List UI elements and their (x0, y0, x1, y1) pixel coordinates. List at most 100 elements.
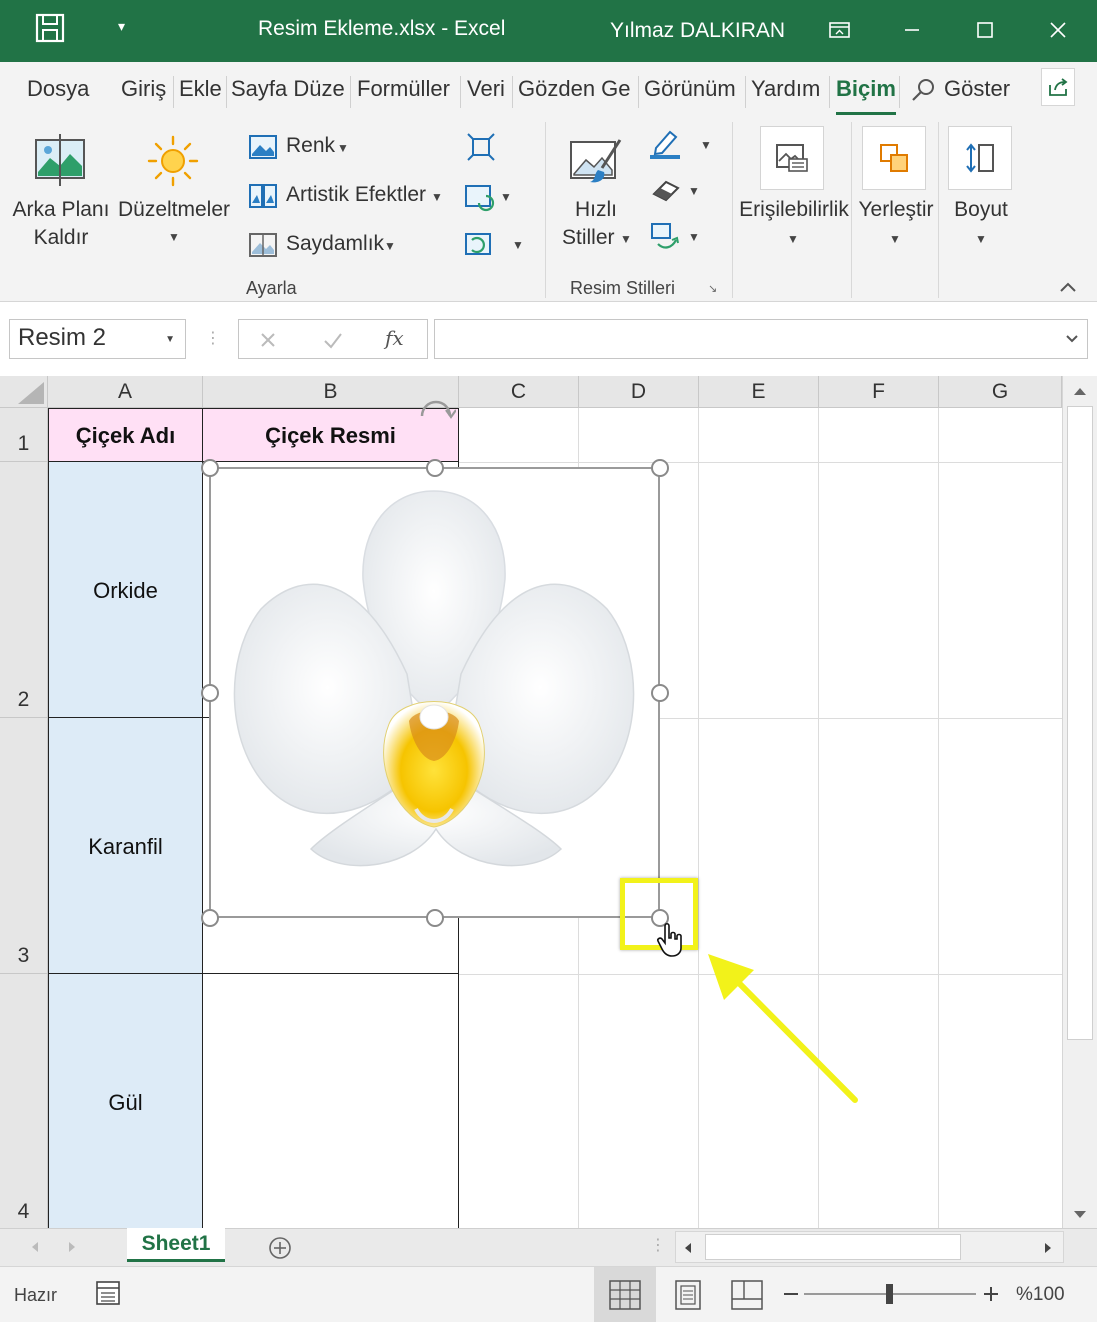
chevron-down-icon: ▼ (168, 230, 180, 244)
page-break-view-icon[interactable] (730, 1279, 764, 1311)
picture-effects-button[interactable]: ▼ (648, 176, 702, 206)
cell-a4[interactable]: Gül (48, 973, 203, 1228)
close-icon[interactable] (1038, 14, 1078, 46)
normal-view-button[interactable] (594, 1267, 656, 1322)
sheet-tab-sheet1[interactable]: Sheet1 (127, 1228, 225, 1262)
chevron-down-icon[interactable] (1065, 334, 1079, 344)
ribbon-display-options-icon[interactable] (820, 14, 860, 46)
remove-background-icon (35, 134, 85, 186)
column-header-f[interactable]: F (819, 376, 939, 408)
row-header-4[interactable]: 4 (0, 974, 48, 1228)
horizontal-scroll-thumb[interactable] (705, 1234, 961, 1260)
add-sheet-icon[interactable] (268, 1236, 292, 1260)
search-icon[interactable] (910, 76, 938, 104)
scroll-down-icon[interactable] (1071, 1208, 1089, 1222)
horizontal-scrollbar[interactable] (675, 1231, 1064, 1263)
arrange-button[interactable]: Yerleştir ▼ (856, 124, 936, 264)
insert-function-button[interactable]: fx (385, 326, 404, 350)
page-layout-view-icon[interactable] (673, 1279, 703, 1311)
select-all-button[interactable] (0, 376, 48, 408)
dialog-launcher-icon[interactable]: ↘ (708, 282, 717, 295)
vertical-scrollbar[interactable] (1062, 376, 1097, 1228)
quick-styles-button[interactable]: Hızlı Stiller ▼ (558, 132, 638, 272)
sizing-handle-bottom-left[interactable] (201, 909, 219, 927)
tell-me-box[interactable]: Göster (944, 76, 1010, 102)
cell-b4[interactable] (202, 973, 459, 1228)
tab-ekle[interactable]: Ekle (179, 76, 222, 102)
sizing-handle-left[interactable] (201, 684, 219, 702)
zoom-slider-thumb[interactable] (886, 1284, 893, 1304)
remove-background-button[interactable]: Arka Planı Kaldır (8, 130, 114, 270)
enter-icon[interactable] (323, 331, 343, 349)
row-header-1[interactable]: 1 (0, 408, 48, 462)
picture-layout-button[interactable]: ▼ (648, 220, 702, 254)
accessibility-button[interactable]: Erişilebilirlik ▼ (738, 124, 850, 264)
column-header-a[interactable]: A (48, 376, 203, 408)
tab-sayfa-duzeni[interactable]: Sayfa Düzei (231, 76, 346, 102)
rotation-handle-icon[interactable] (416, 400, 456, 422)
sizing-handle-top[interactable] (426, 459, 444, 477)
arrange-label: Yerleştir (858, 198, 934, 221)
chevron-down-icon: ▼ (975, 232, 987, 246)
sizing-handle-bottom[interactable] (426, 909, 444, 927)
zoom-in-icon[interactable] (982, 1285, 1000, 1303)
tab-veri[interactable]: Veri (467, 76, 505, 102)
sheet-scroll-left-icon[interactable] (30, 1241, 40, 1253)
cell-a1[interactable]: Çiçek Adı (48, 408, 203, 462)
ribbon: Arka Planı Kaldır Düzeltmeler ▼ Renk ▼ A… (0, 116, 1097, 302)
save-icon[interactable] (34, 12, 66, 44)
column-header-d[interactable]: D (579, 376, 699, 408)
row-header-3[interactable]: 3 (0, 718, 48, 974)
maximize-icon[interactable] (965, 14, 1005, 46)
zoom-out-icon[interactable] (782, 1289, 800, 1299)
sizing-handle-top-right[interactable] (651, 459, 669, 477)
name-box[interactable]: Resim 2 ▼ (9, 319, 186, 359)
tab-bicim[interactable]: Biçim (836, 76, 896, 115)
formula-input[interactable] (434, 319, 1088, 359)
chevron-down-icon[interactable]: ▼ (165, 334, 175, 345)
minimize-icon[interactable] (892, 14, 932, 46)
share-button[interactable] (1041, 68, 1075, 106)
row-header-2[interactable]: 2 (0, 462, 48, 718)
scroll-up-icon[interactable] (1071, 384, 1089, 398)
tab-formuller[interactable]: Formüller (357, 76, 450, 102)
select-all-triangle-icon (18, 382, 44, 404)
tab-yardim[interactable]: Yardım (751, 76, 820, 102)
quick-access-dropdown[interactable]: ▾ (118, 18, 125, 35)
title-bar: ▾ Resim Ekleme.xlsx - Excel Yılmaz DALKI… (0, 0, 1097, 62)
tab-giris[interactable]: Giriş (121, 76, 166, 102)
cell-a3[interactable]: Karanfil (48, 717, 203, 975)
scroll-right-icon[interactable] (1042, 1241, 1054, 1255)
column-header-g[interactable]: G (939, 376, 1062, 408)
sizing-handle-right[interactable] (651, 684, 669, 702)
picture-border-button[interactable]: ▼ (648, 128, 714, 160)
corrections-button[interactable]: Düzeltmeler ▼ (116, 130, 232, 270)
sheet-scroll-right-icon[interactable] (67, 1241, 77, 1253)
color-button[interactable]: Renk ▼ (246, 132, 364, 164)
tab-gozden-gecir[interactable]: Gözden Ge (518, 76, 631, 102)
size-button[interactable]: Boyut ▼ (944, 124, 1018, 264)
chevron-down-icon: ▼ (512, 238, 524, 252)
vertical-scroll-thumb[interactable] (1067, 406, 1093, 1040)
tab-gozden-gecir-clip: Gözden Ge (518, 76, 635, 106)
collapse-ribbon-icon[interactable] (1058, 280, 1078, 294)
macro-record-icon[interactable] (94, 1279, 122, 1307)
column-header-e[interactable]: E (699, 376, 819, 408)
zoom-level[interactable]: %100 (1016, 1284, 1065, 1306)
color-label: Renk (286, 134, 336, 157)
user-name[interactable]: Yılmaz DALKIRAN (610, 19, 785, 43)
reset-picture-button[interactable]: ▼ (464, 230, 524, 260)
compress-pictures-icon[interactable] (466, 132, 496, 162)
transparency-button[interactable]: Saydamlık ▼ (246, 230, 406, 262)
scroll-left-icon[interactable] (682, 1241, 694, 1255)
tab-gorunum[interactable]: Görünüm (644, 76, 736, 102)
column-header-c[interactable]: C (459, 376, 579, 408)
tab-split-grip[interactable]: ⋮ (650, 1235, 666, 1255)
cell-a2[interactable]: Orkide (48, 461, 203, 718)
artistic-effects-button[interactable]: Artistik Efektler ▼ (246, 181, 446, 213)
tab-dosya[interactable]: Dosya (27, 76, 89, 102)
sizing-handle-top-left[interactable] (201, 459, 219, 477)
change-picture-button[interactable]: ▼ (464, 182, 514, 212)
cancel-icon[interactable] (259, 331, 277, 349)
formula-bar-grip[interactable]: ⋮ (205, 328, 221, 348)
